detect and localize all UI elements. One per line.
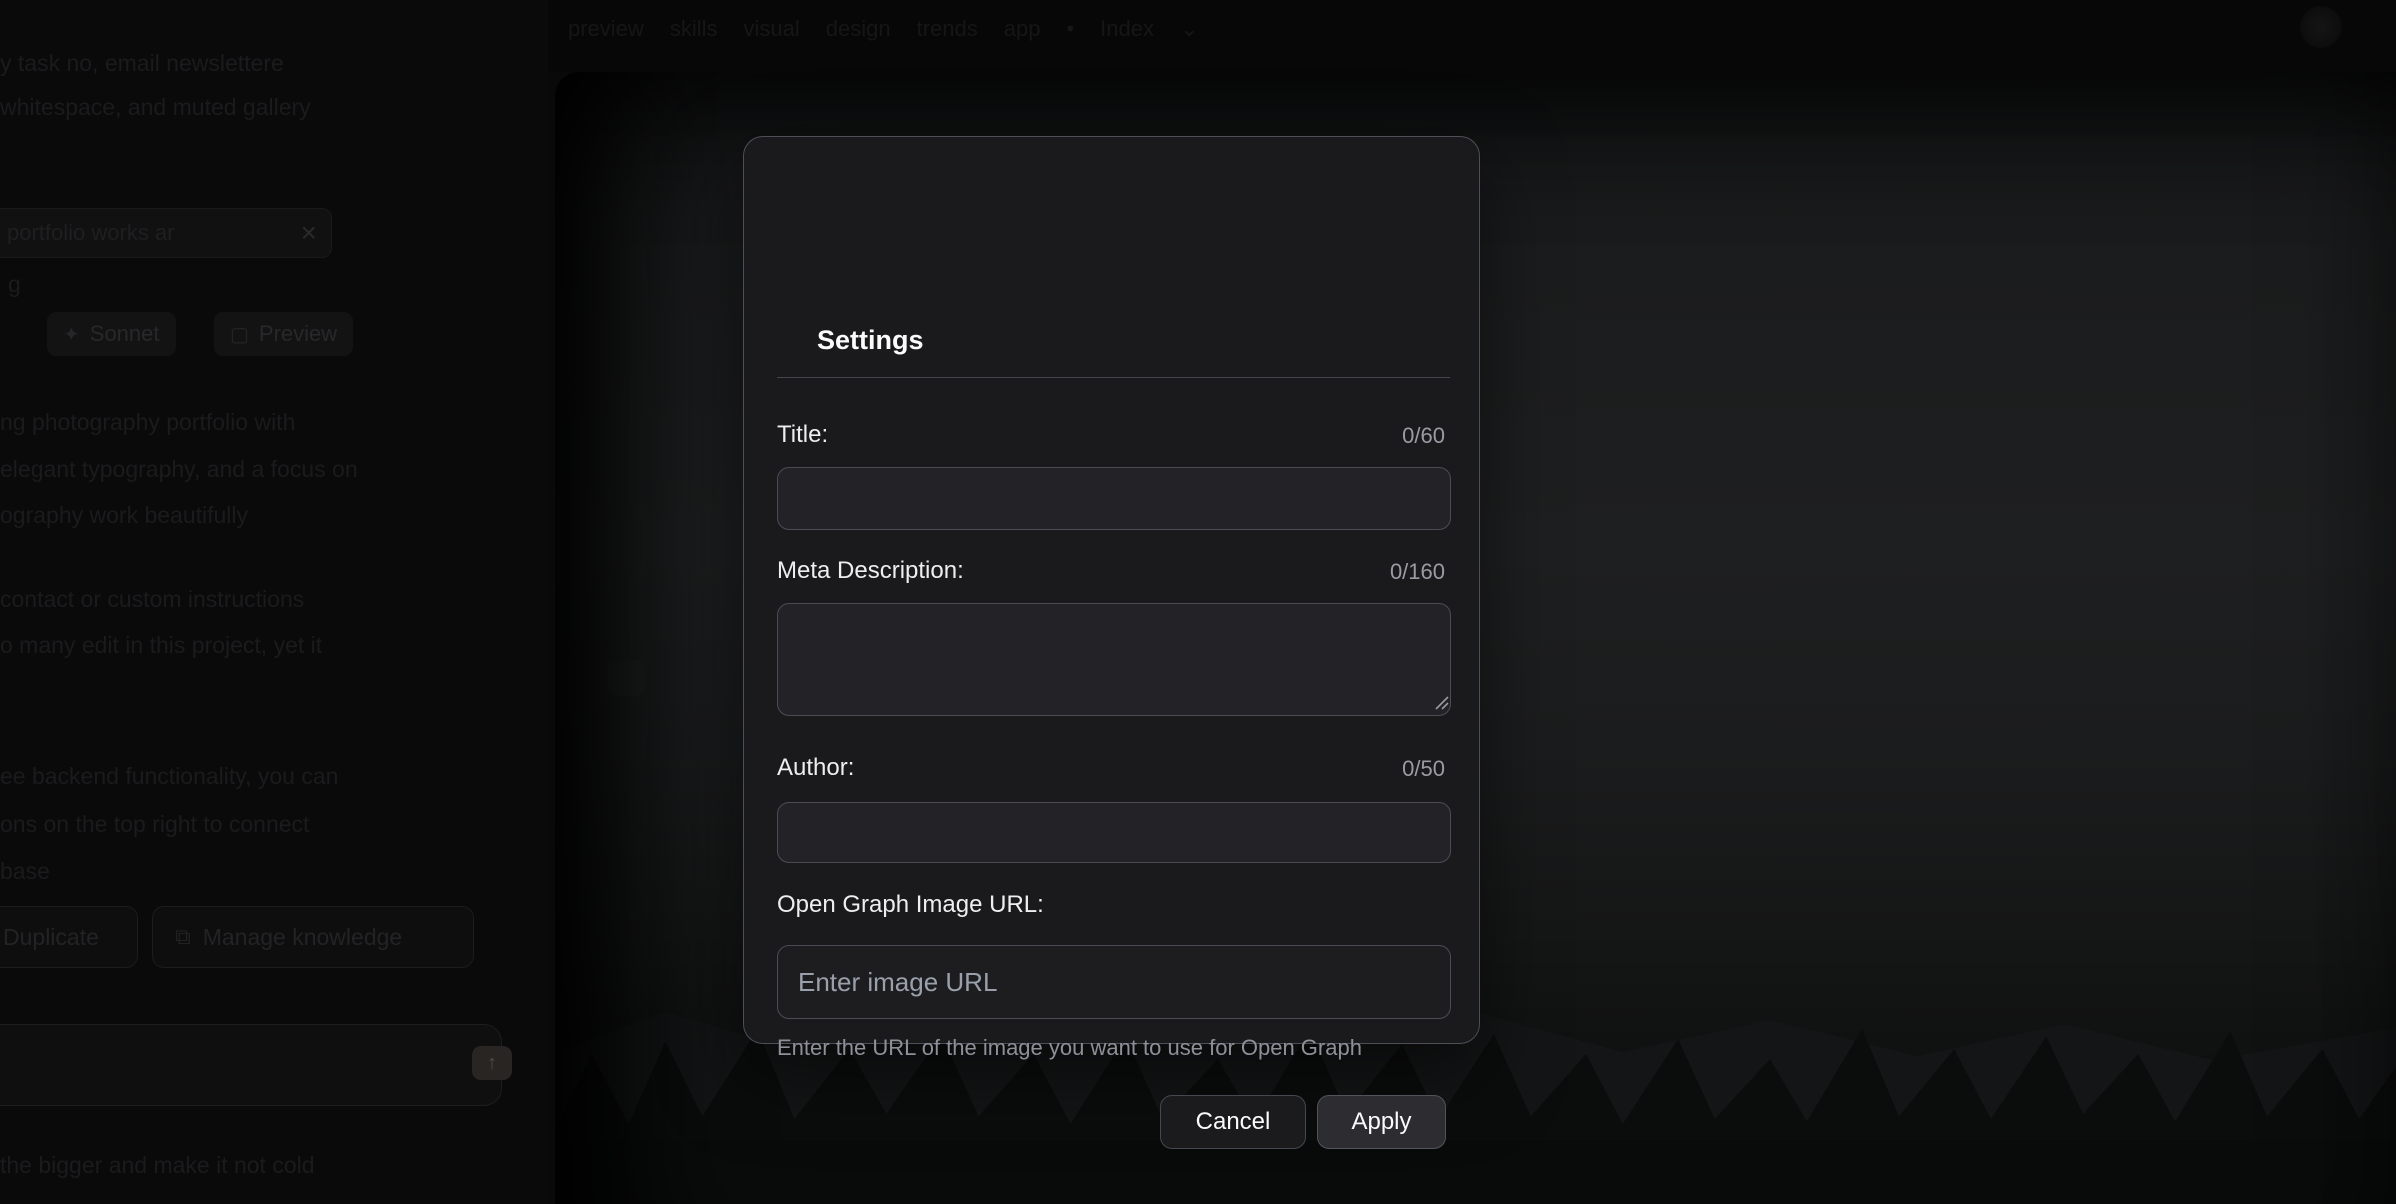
chat-text-line: whitespace, and muted gallery <box>0 94 311 121</box>
separator-dot: • <box>1066 16 1074 42</box>
chat-text-line: g <box>8 271 21 298</box>
attachment-chip[interactable]: portfolio works ar × <box>0 208 332 258</box>
divider <box>777 377 1450 378</box>
author-label: Author: <box>777 754 854 782</box>
meta-description-textarea[interactable] <box>777 603 1451 716</box>
model-chip-label: Sonnet <box>90 321 160 347</box>
knowledge-icon: ⧉ <box>175 924 191 950</box>
topbar-breadcrumb: preview skills visual design trends app … <box>568 16 1198 42</box>
duplicate-label: Duplicate <box>3 924 99 951</box>
duplicate-button[interactable]: Duplicate <box>0 906 138 968</box>
chat-text-line: y task no, email newslettere <box>0 50 284 77</box>
dialog-title: Settings <box>817 325 924 356</box>
og-image-url-input[interactable] <box>777 945 1451 1019</box>
chat-sidebar: y task no, email newslettere whitespace,… <box>0 0 548 1204</box>
chat-text-line: ons on the top right to connect <box>0 811 309 838</box>
chat-text-line: the bigger and make it not cold <box>0 1152 315 1179</box>
settings-dialog: Settings Title: 0/60 Meta Description: 0… <box>743 136 1480 1044</box>
message-input[interactable] <box>0 1024 502 1106</box>
topbar-item: design <box>826 16 891 42</box>
model-selector-chip[interactable]: ✦ Sonnet <box>47 312 176 356</box>
topbar-item[interactable]: skills <box>670 16 718 42</box>
preview-chip-label: Preview <box>259 321 337 347</box>
manage-knowledge-label: Manage knowledge <box>203 924 402 951</box>
og-image-helper-text: Enter the URL of the image you want to u… <box>777 1035 1451 1061</box>
author-counter: 0/50 <box>1402 756 1445 782</box>
sparkle-icon: ✦ <box>63 322 80 347</box>
dialog-actions: Cancel Apply <box>1160 1095 1446 1149</box>
manage-knowledge-button[interactable]: ⧉ Manage knowledge <box>152 906 474 968</box>
apply-button[interactable]: Apply <box>1317 1095 1446 1149</box>
chat-text-line: elegant typography, and a focus on <box>0 456 358 483</box>
author-input[interactable] <box>777 802 1451 863</box>
chat-text-line: base <box>0 858 50 885</box>
preview-chip[interactable]: ▢ Preview <box>214 312 353 356</box>
send-icon: ↑ <box>487 1052 497 1075</box>
topbar-item[interactable]: preview <box>568 16 644 42</box>
og-image-url-label: Open Graph Image URL: <box>777 891 1044 919</box>
title-label: Title: <box>777 421 828 449</box>
chat-text-line: o many edit in this project, yet it <box>0 632 322 659</box>
user-menu-button[interactable] <box>2300 6 2342 48</box>
meta-description-counter: 0/160 <box>1390 559 1445 585</box>
topbar-item: app <box>1004 16 1041 42</box>
attachment-label: portfolio works ar <box>7 220 301 246</box>
chat-text-line: ng photography portfolio with <box>0 409 295 436</box>
chat-text-line: contact or custom instructions <box>0 586 304 613</box>
chat-text-line: ography work beautifully <box>0 502 248 529</box>
title-counter: 0/60 <box>1402 423 1445 449</box>
chat-text-line: ee backend functionality, you can <box>0 763 338 790</box>
title-input[interactable] <box>777 467 1451 530</box>
send-button[interactable]: ↑ <box>472 1046 512 1080</box>
topbar-item: trends <box>917 16 978 42</box>
meta-description-label: Meta Description: <box>777 557 964 585</box>
preview-icon: ▢ <box>230 322 249 347</box>
cancel-button[interactable]: Cancel <box>1160 1095 1306 1149</box>
close-icon[interactable]: × <box>301 219 317 247</box>
chevron-down-icon: ⌄ <box>1180 16 1198 42</box>
index-selector[interactable]: Index <box>1100 16 1154 42</box>
topbar-item[interactable]: visual <box>743 16 799 42</box>
